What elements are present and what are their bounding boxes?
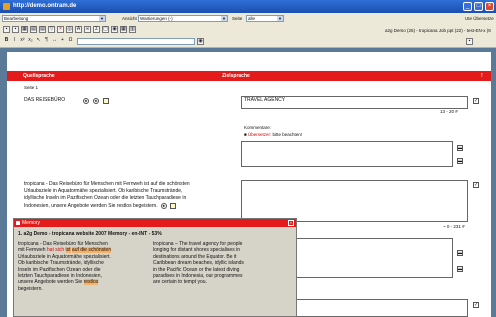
copy-icon[interactable]: ▤: [30, 26, 37, 33]
lock-icon[interactable]: ●: [93, 98, 99, 104]
note-icon[interactable]: [169, 203, 176, 210]
view-label: Ansicht: [122, 16, 137, 21]
comment-text: bitte beachten!: [272, 132, 303, 137]
omega-icon[interactable]: Ω: [67, 38, 74, 45]
memory-title: Memory: [22, 220, 41, 226]
column-header: Quellsprache Zielsprache !: [7, 71, 491, 81]
maximize-icon[interactable]: □: [474, 2, 483, 11]
subscript-icon[interactable]: x₂: [27, 38, 34, 45]
confirm-checkbox[interactable]: ✓: [473, 182, 479, 188]
close-icon[interactable]: ×: [485, 2, 494, 11]
superscript-icon[interactable]: x²: [19, 38, 26, 45]
page-label: Seite: [232, 16, 243, 21]
search-icon[interactable]: ◉: [197, 38, 204, 45]
filter-icon[interactable]: ▽: [48, 26, 55, 33]
memory-title-bar: Memory ×: [14, 219, 296, 227]
memory-target: tropicana – The travel agency for people…: [153, 241, 293, 286]
confirm-checkbox[interactable]: ✓: [473, 302, 479, 308]
toolbar-row-3: B I x² x₂ ↖ ¶ ↔ + Ω ◉ ▪: [0, 36, 496, 48]
user-label: Ute Übersetze: [465, 16, 494, 21]
app-logo-icon: [3, 3, 10, 10]
delete-icon[interactable]: ×: [57, 26, 64, 33]
minimize-icon[interactable]: _: [463, 2, 472, 11]
exclamation-icon: !: [481, 72, 483, 79]
source-line: idyllische Inseln im Pazifischen Ozean o…: [24, 195, 187, 202]
plus-icon[interactable]: +: [59, 38, 66, 45]
status-icon[interactable]: ●: [83, 98, 89, 104]
bold-icon[interactable]: B: [3, 38, 10, 45]
memory-heading: 1. a2g Demo - tropicana website 2007 Mem…: [18, 231, 162, 237]
arrow-icon[interactable]: ↖: [35, 38, 42, 45]
grid-icon[interactable]: ▦: [21, 26, 28, 33]
target-column-label: Zielsprache: [222, 72, 250, 79]
chevron-down-icon: ▼: [99, 16, 105, 21]
spell-icon[interactable]: A: [75, 26, 82, 33]
search-icon[interactable]: ◉: [111, 26, 118, 33]
source-segment-1: DAS REISEBÜRO: [24, 97, 65, 104]
expand-icon[interactable]: ▬: [457, 266, 463, 272]
layout-icon[interactable]: ▥: [129, 26, 136, 33]
target-input-1[interactable]: TRAVEL AGENCY: [241, 96, 468, 109]
confirm-checkbox[interactable]: ✓: [473, 98, 479, 104]
expand-icon[interactable]: ▬: [457, 250, 463, 256]
expand-icon[interactable]: ▬: [457, 145, 463, 151]
chevron-down-icon: ▼: [277, 16, 283, 21]
disk-icon[interactable]: ▪: [12, 26, 19, 33]
mode-select[interactable]: Bearbeitung ▼: [2, 15, 106, 22]
binoculars-icon[interactable]: ∞: [84, 26, 91, 33]
note-icon[interactable]: [103, 98, 109, 104]
page-number: Seite 1: [24, 85, 39, 90]
memory-icon: [16, 221, 20, 225]
source-segment-2: tropicana - Das Reisebüro für Menschen m…: [24, 181, 190, 210]
source-text: DAS REISEBÜRO: [24, 97, 66, 103]
source-column-label: Quellsprache: [23, 72, 55, 79]
comment-input[interactable]: [241, 141, 453, 167]
tab-arrow-icon[interactable]: ↔: [51, 38, 58, 45]
find-icon[interactable]: ◎: [66, 26, 73, 33]
segment-meta: ~ 0 - 231 #: [443, 224, 465, 229]
job-status: a2g Demo (25) - tropicana Job ppt (22) -…: [385, 28, 491, 33]
memory-source-line: begeistern.: [18, 285, 43, 292]
source-line: Indonesien, unsere Angebote werden Sie r…: [24, 202, 158, 209]
comment-line: ■ Übersetzer: bitte beachten!: [244, 131, 302, 138]
preview-icon[interactable]: ▢: [102, 26, 109, 33]
expand-icon[interactable]: ▬: [457, 158, 463, 164]
status-icon[interactable]: ●: [160, 203, 167, 210]
symbol-input[interactable]: [77, 38, 195, 45]
sum-icon[interactable]: Σ: [93, 26, 100, 33]
window-title: http://demo.ontram.de: [13, 3, 77, 9]
comment-icon: ■: [244, 132, 247, 137]
table-icon[interactable]: ▦: [120, 26, 127, 33]
segment-meta: 13 - 20 #: [440, 109, 458, 114]
italic-icon[interactable]: I: [11, 38, 18, 45]
title-bar: http://demo.ontram.de _ □ ×: [0, 0, 496, 13]
comments-label: Kommentare:: [244, 125, 272, 130]
paste-icon[interactable]: ▤: [39, 26, 46, 33]
view-select[interactable]: Wartierungen (-) ▼: [138, 15, 228, 22]
source-line: tropicana - Das Reisebüro für Menschen m…: [24, 181, 190, 187]
pilcrow-icon[interactable]: ¶: [43, 38, 50, 45]
memory-panel: Memory × 1. a2g Demo - tropicana website…: [13, 218, 297, 317]
chevron-down-icon: ▼: [221, 16, 227, 21]
memory-target-line: are certain to tempt you.: [153, 279, 207, 286]
save-icon[interactable]: ▪: [3, 26, 10, 33]
save-icon[interactable]: ▪: [466, 38, 473, 45]
source-line: Urlaubsziele in Aquatormähe spezialisier…: [24, 188, 183, 195]
close-icon[interactable]: ×: [288, 220, 294, 226]
target-input-2[interactable]: [241, 180, 468, 222]
comment-type: Übersetzer:: [247, 132, 272, 137]
page-select[interactable]: alle ▼: [246, 15, 284, 22]
memory-source: tropicana - Das Reisebüro für Menschen m…: [18, 241, 168, 292]
